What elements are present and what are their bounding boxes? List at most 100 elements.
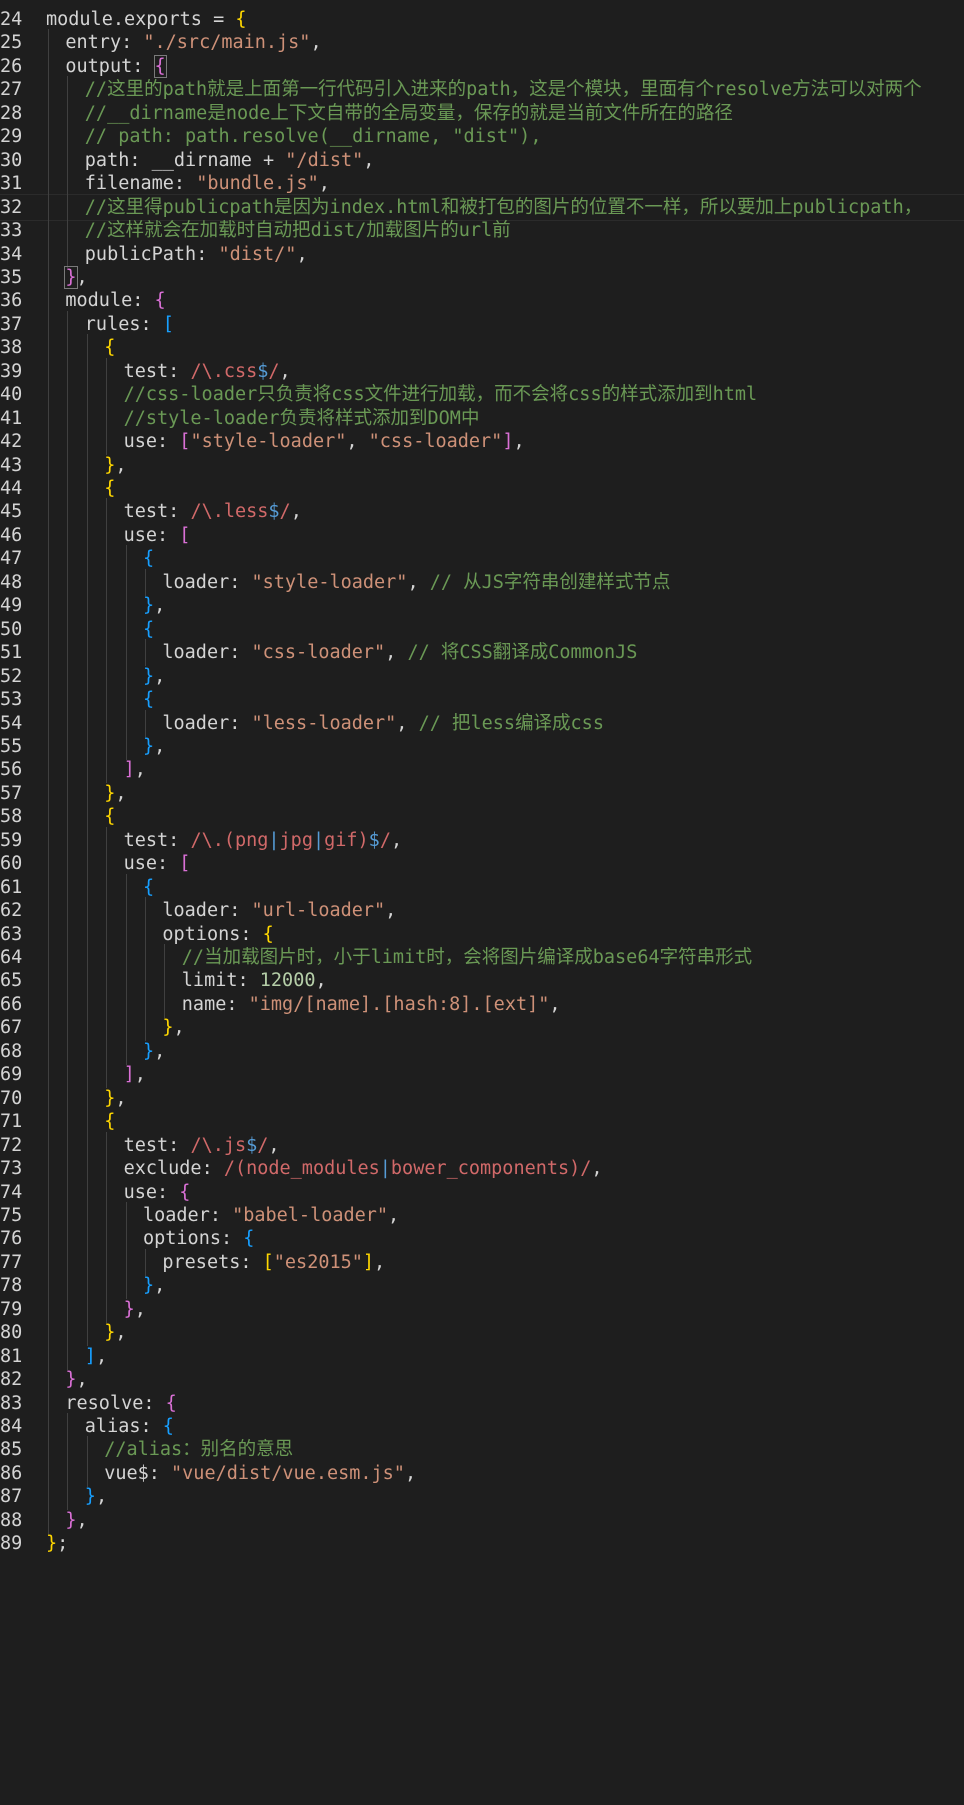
bracket: { xyxy=(104,478,116,499)
regex-literal: /\.css xyxy=(190,360,258,382)
bracket: } xyxy=(143,735,155,757)
string-literal: "bundle.js" xyxy=(196,173,319,195)
comment: // 将CSS翻译成CommonJS xyxy=(407,642,638,664)
code-text: : xyxy=(140,313,163,335)
code-text: , xyxy=(134,1298,146,1320)
code-line[interactable]: 89}; xyxy=(0,1530,964,1557)
code-text: , xyxy=(134,1064,146,1086)
string-literal: "less-loader" xyxy=(251,712,397,734)
code-text: : xyxy=(148,1462,172,1484)
code-text: : xyxy=(226,993,249,1015)
string-literal: "style-loader" xyxy=(190,431,347,453)
code-text: , xyxy=(290,501,302,523)
code-text: : xyxy=(157,431,180,453)
code-text: , xyxy=(404,1462,417,1484)
code-editor[interactable]: 24 module.exports = {25 entry: "./src/main… xyxy=(0,0,964,1805)
string-literal: "style-loader" xyxy=(251,571,408,593)
code-text: : xyxy=(237,970,260,992)
comment: // path: path.resolve(__dirname, "dist")… xyxy=(84,126,542,148)
code-text: , xyxy=(390,829,403,851)
bracket: { xyxy=(162,1416,174,1437)
code-text: : xyxy=(168,360,191,382)
property-key: loader xyxy=(162,712,230,734)
bracket: } xyxy=(104,454,116,476)
code-text: , xyxy=(76,266,88,288)
bracket: { xyxy=(235,9,247,30)
bracket: { xyxy=(243,1228,255,1250)
property-key: alias xyxy=(84,1416,141,1437)
string-literal: "css-loader" xyxy=(368,431,503,453)
bracket: { xyxy=(143,876,155,898)
property-key: resolve xyxy=(65,1392,144,1414)
code-text: , xyxy=(279,360,291,382)
regex-operator: | xyxy=(379,1158,391,1180)
code-text: : xyxy=(220,1228,244,1250)
bracket: } xyxy=(123,1298,135,1320)
code-text: : xyxy=(196,243,219,265)
string-literal: "es2015" xyxy=(273,1251,363,1273)
regex-literal: /\.js xyxy=(190,1134,247,1156)
bracket: { xyxy=(165,1392,177,1414)
code-text: , xyxy=(115,454,127,476)
code-text: , xyxy=(154,1275,166,1297)
code-text: : xyxy=(132,55,155,77)
bracket: { xyxy=(104,1111,116,1133)
property-key: module xyxy=(65,290,133,312)
line-number: 89 xyxy=(0,1533,23,1555)
bracket: } xyxy=(143,1040,155,1062)
bracket: } xyxy=(104,1087,116,1109)
comment: //这样就会在加载时自动把dist/加载图片的url前 xyxy=(84,220,511,242)
regex-literal: / xyxy=(279,501,291,523)
code-text: : xyxy=(168,501,191,523)
regex-literal: gif) xyxy=(324,829,369,851)
bracket: { xyxy=(143,689,155,711)
code-text: , xyxy=(76,1509,88,1531)
bracket: ] xyxy=(84,1345,96,1367)
code-text: , xyxy=(134,759,146,781)
property-key: exclude xyxy=(123,1158,202,1180)
code-text: , xyxy=(95,1486,108,1508)
code-text: , xyxy=(346,431,369,453)
property-key: use xyxy=(123,524,158,546)
code-text: : xyxy=(157,853,180,875)
bracket: { xyxy=(143,618,155,640)
code-text: , xyxy=(374,1251,386,1273)
code-text: , xyxy=(407,571,430,593)
code-text: , xyxy=(385,900,397,922)
bracket: { xyxy=(262,923,274,945)
regex-literal: /\.less xyxy=(190,501,269,523)
code-text: : xyxy=(132,290,155,312)
code-text: , xyxy=(154,1040,166,1062)
code-text: : xyxy=(209,1204,233,1226)
bracket: ] xyxy=(123,1064,135,1086)
string-literal: "vue/dist/vue.esm.js" xyxy=(171,1462,405,1484)
bracket: ] xyxy=(502,431,514,453)
code-text: , xyxy=(76,1369,88,1391)
bracket: { xyxy=(104,806,116,828)
property-key: publicPath xyxy=(84,243,197,265)
regex-operator: $ xyxy=(368,829,380,851)
code-text: : xyxy=(121,32,144,54)
property-key: presets xyxy=(162,1251,241,1273)
code-text: : xyxy=(157,1181,180,1203)
property-key: loader xyxy=(143,1204,210,1226)
code-text: , xyxy=(388,1204,400,1226)
regex-operator: | xyxy=(268,829,280,851)
regex-operator: $ xyxy=(268,501,280,523)
code-text: : xyxy=(157,524,180,546)
property-key: loader xyxy=(162,642,230,664)
code-text: : xyxy=(168,829,191,851)
property-key: test xyxy=(123,360,169,382)
property-key: use xyxy=(123,431,158,453)
bracket: [ xyxy=(179,431,191,453)
code-text: , xyxy=(396,712,419,734)
code-text: : xyxy=(229,900,252,922)
bracket: } xyxy=(162,1017,174,1039)
comment: //当加载图片时，小于limit时，会将图片编译成base64字符串形式 xyxy=(181,947,753,968)
property-key: use xyxy=(123,1181,158,1203)
bracket: { xyxy=(154,290,166,312)
code-text: , xyxy=(115,1322,127,1344)
code-text: : __dirname + xyxy=(129,149,286,171)
code-text: , xyxy=(296,243,308,265)
string-literal: "css-loader" xyxy=(251,642,386,664)
